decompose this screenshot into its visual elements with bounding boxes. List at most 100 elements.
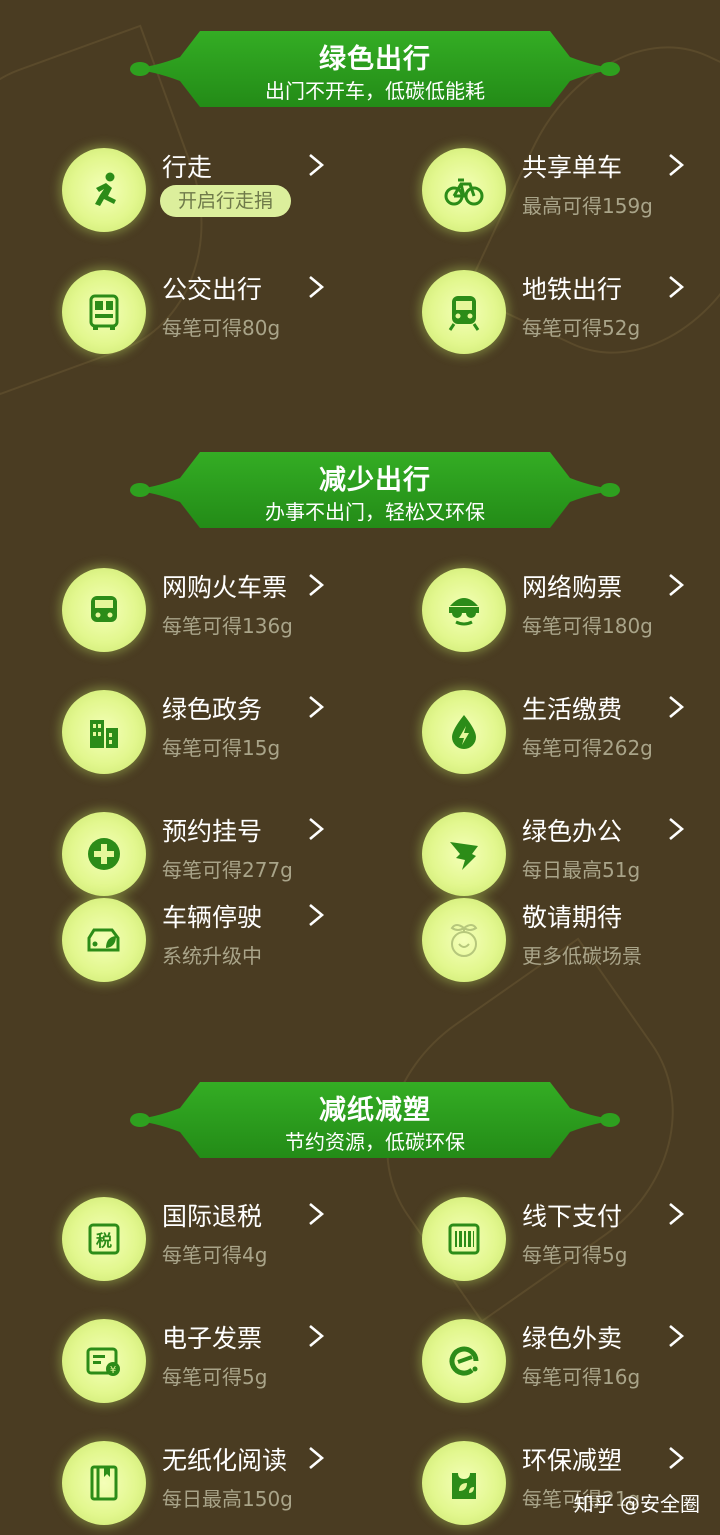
scene-item: 车辆停驶 系统升级中: [62, 898, 362, 998]
scene-reward-text: 每笔可得5g: [522, 1243, 628, 1267]
scene-label: 车辆停驶: [162, 903, 263, 932]
scene-label: 生活缴费: [522, 695, 623, 724]
chevron-right-icon: [662, 1443, 690, 1473]
scene-reward-text: 每笔可得80g: [162, 316, 281, 340]
scene-icon-circle: [422, 568, 506, 652]
section-title: 减纸减塑: [319, 1095, 431, 1126]
eleme-icon: [449, 1346, 479, 1376]
scene-icon-circle: [62, 812, 146, 896]
scene-label: 绿色政务: [162, 695, 263, 724]
scene-icon-circle: [422, 1197, 506, 1281]
scene-reward-text: 每笔可得277g: [162, 858, 293, 882]
scene-label: 行走: [162, 153, 213, 182]
government-building-icon: [90, 720, 118, 748]
scene-reward-text: 每笔可得16g: [522, 1365, 641, 1389]
chevron-right-icon: [302, 814, 330, 844]
section-subtitle: 办事不出门，轻松又环保: [265, 500, 485, 524]
watermark-text: 知乎 @安全圈: [573, 1492, 700, 1516]
scene-label: 国际退税: [162, 1202, 263, 1231]
subway-icon: [448, 296, 480, 331]
barcode-icon: [448, 1223, 480, 1255]
bus-icon: [89, 294, 119, 330]
water-drop-bolt-icon: [452, 715, 476, 749]
scene-icon-circle: [422, 1441, 506, 1525]
scene-icon-circle: [422, 270, 506, 354]
scene-label: 电子发票: [162, 1324, 263, 1353]
running-person-icon: [95, 172, 116, 206]
chevron-right-icon: [662, 1199, 690, 1229]
chevron-right-icon: [302, 1321, 330, 1351]
chevron-right-icon: [662, 692, 690, 722]
scene-icon-circle: [62, 270, 146, 354]
scene-label: 线下支付: [522, 1202, 623, 1231]
section-title: 减少出行: [319, 465, 431, 496]
chevron-right-icon: [662, 150, 690, 180]
scene-label: 地铁出行: [522, 275, 623, 304]
seedling-icon: [450, 924, 478, 957]
chevron-right-icon: [302, 1443, 330, 1473]
scene-icon-circle: [62, 148, 146, 232]
scene-item[interactable]: 绿色外卖 每笔可得16g: [422, 1319, 720, 1419]
scene-reward-text: 每日最高51g: [522, 858, 641, 882]
scene-item[interactable]: 绿色办公 每日最高51g: [422, 812, 720, 912]
scene-reward-text: 最高可得159g: [522, 194, 653, 218]
bicycle-icon: [444, 178, 484, 206]
scene-item[interactable]: ¥ 电子发票 每笔可得5g: [62, 1319, 362, 1419]
scene-icon-circle: [62, 568, 146, 652]
scene-icon-circle: [62, 1441, 146, 1525]
chevron-right-icon: [662, 814, 690, 844]
scene-item[interactable]: 无纸化阅读 每日最高150g: [62, 1441, 362, 1535]
section-subtitle: 节约资源，低碳环保: [285, 1130, 465, 1154]
chevron-right-icon: [662, 272, 690, 302]
scene-item[interactable]: 行走 开启行走捐: [62, 148, 362, 248]
medical-cross-icon: [88, 838, 120, 870]
scene-reward-text: 每笔可得180g: [522, 614, 653, 638]
scene-label: 环保减塑: [522, 1446, 623, 1475]
scene-icon-circle: [422, 690, 506, 774]
scene-item[interactable]: 预约挂号 每笔可得277g: [62, 812, 362, 912]
scene-item[interactable]: 公交出行 每笔可得80g: [62, 270, 362, 370]
section-subtitle: 出门不开车，低碳低能耗: [265, 79, 485, 103]
scene-item[interactable]: 线下支付 每笔可得5g: [422, 1197, 720, 1297]
scene-item[interactable]: 网购火车票 每笔可得136g: [62, 568, 362, 668]
scene-item[interactable]: 税 国际退税 每笔可得4g: [62, 1197, 362, 1297]
section-banner-1: 减少出行 办事不出门，轻松又环保: [130, 448, 620, 532]
scene-reward-text: 每笔可得52g: [522, 316, 641, 340]
scene-reward-text: 每笔可得5g: [162, 1365, 268, 1389]
eco-bag-icon: [452, 1473, 476, 1499]
scene-icon-circle: [422, 812, 506, 896]
start-walk-donate-button[interactable]: 开启行走捐: [160, 185, 292, 217]
scene-icon-circle: ¥: [62, 1319, 146, 1403]
movie-glasses-icon: [449, 598, 479, 626]
scene-icon-circle: [422, 898, 506, 982]
section-banner-0: 绿色出行 出门不开车，低碳低能耗: [130, 27, 620, 111]
scene-item[interactable]: 绿色政务 每笔可得15g: [62, 690, 362, 790]
scene-item[interactable]: 网络购票 每笔可得180g: [422, 568, 720, 668]
scene-item: 敬请期待 更多低碳场景: [422, 898, 720, 998]
e-invoice-icon: ¥: [86, 1347, 120, 1376]
chevron-right-icon: [302, 570, 330, 600]
scene-label: 绿色外卖: [522, 1324, 623, 1353]
scene-reward-text: 更多低碳场景: [522, 944, 642, 968]
section-title: 绿色出行: [319, 44, 431, 75]
scene-label: 预约挂号: [162, 817, 263, 846]
scene-label: 网络购票: [522, 573, 623, 602]
scene-item[interactable]: 生活缴费 每笔可得262g: [422, 690, 720, 790]
scene-reward-text: 系统升级中: [162, 944, 262, 968]
svg-text:税: 税: [96, 1231, 112, 1250]
chevron-right-icon: [302, 900, 330, 930]
scene-reward-text: 每笔可得136g: [162, 614, 293, 638]
scene-reward-text: 每日最高150g: [162, 1487, 293, 1511]
chevron-right-icon: [302, 1199, 330, 1229]
scene-item[interactable]: 地铁出行 每笔可得52g: [422, 270, 720, 370]
scene-label: 敬请期待: [522, 903, 623, 932]
chevron-right-icon: [662, 570, 690, 600]
chevron-right-icon: [302, 692, 330, 722]
dingtalk-wing-icon: [450, 842, 478, 870]
svg-text:¥: ¥: [110, 1365, 116, 1376]
scene-label: 绿色办公: [522, 817, 623, 846]
scene-label: 共享单车: [522, 153, 623, 182]
chevron-right-icon: [302, 150, 330, 180]
scene-item[interactable]: 共享单车 最高可得159g: [422, 148, 720, 248]
chevron-right-icon: [302, 272, 330, 302]
